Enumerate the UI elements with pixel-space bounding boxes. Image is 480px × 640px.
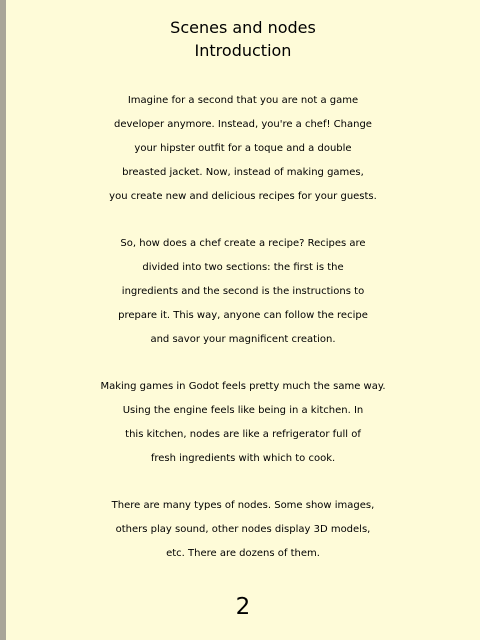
chapter-title-line-2: Introduction bbox=[194, 41, 292, 60]
paragraph-line: and savor your magnificent creation. bbox=[150, 334, 336, 345]
paragraph-line: developer anymore. Instead, you're a che… bbox=[114, 119, 372, 130]
paragraph-line: you create new and delicious recipes for… bbox=[109, 191, 377, 202]
paragraph-line: others play sound, other nodes display 3… bbox=[115, 524, 371, 535]
page-number: 2 bbox=[235, 594, 251, 620]
chapter-title: Scenes and nodes Introduction bbox=[6, 16, 480, 62]
paragraph-line: Using the engine feels like being in a k… bbox=[122, 405, 364, 416]
paragraph-1: Imagine for a second that you are not a … bbox=[6, 89, 480, 209]
paragraph-4: There are many types of nodes. Some show… bbox=[6, 494, 480, 566]
paragraph-line: Making games in Godot feels pretty much … bbox=[100, 381, 386, 392]
paragraph-2: So, how does a chef create a recipe? Rec… bbox=[6, 232, 480, 352]
paragraph-3: Making games in Godot feels pretty much … bbox=[6, 375, 480, 471]
paragraph-line: fresh ingredients with which to cook. bbox=[150, 453, 336, 464]
paragraph-line: prepare it. This way, anyone can follow … bbox=[118, 310, 368, 321]
paragraph-line: There are many types of nodes. Some show… bbox=[111, 500, 375, 511]
paragraph-line: etc. There are dozens of them. bbox=[166, 548, 320, 559]
paragraph-line: So, how does a chef create a recipe? Rec… bbox=[120, 238, 366, 249]
paragraph-line: ingredients and the second is the instru… bbox=[121, 286, 365, 297]
paragraph-line: breasted jacket. Now, instead of making … bbox=[122, 167, 364, 178]
chapter-title-line-1: Scenes and nodes bbox=[170, 18, 316, 37]
paragraph-line: divided into two sections: the first is … bbox=[142, 262, 344, 273]
paragraph-line: this kitchen, nodes are like a refrigera… bbox=[125, 429, 361, 440]
paragraph-line: Imagine for a second that you are not a … bbox=[127, 95, 359, 106]
reader-page[interactable]: Scenes and nodes Introduction Imagine fo… bbox=[6, 0, 480, 640]
paragraph-line: your hipster outfit for a toque and a do… bbox=[134, 143, 352, 154]
